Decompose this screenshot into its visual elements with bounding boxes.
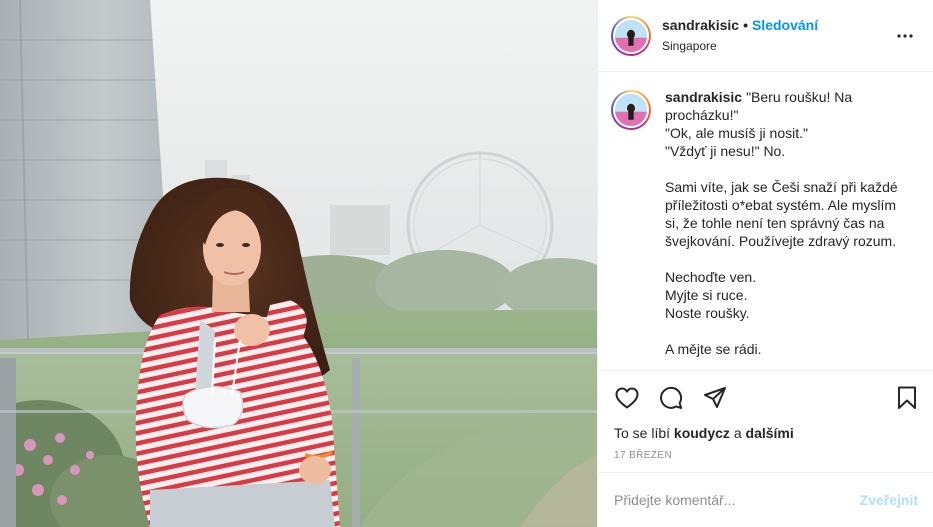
likes-summary: To se líbí koudycz a dalšími: [598, 424, 933, 442]
post-actions: To se líbí koudycz a dalšími 17 BŘEZEN: [598, 370, 933, 461]
more-options-icon[interactable]: [893, 24, 917, 48]
comment-icon[interactable]: [658, 385, 684, 411]
author-avatar[interactable]: [611, 15, 651, 56]
heart-icon[interactable]: [614, 385, 640, 411]
post-image: [0, 0, 597, 527]
author-username[interactable]: sandrakisic: [662, 17, 739, 33]
publish-button[interactable]: Zveřejnit: [860, 492, 918, 508]
likes-prefix: To se líbí: [614, 425, 671, 441]
avatar-image: [615, 19, 647, 52]
post-date[interactable]: 17 BŘEZEN: [598, 450, 933, 461]
caption-avatar[interactable]: [611, 90, 651, 130]
bookmark-icon[interactable]: [894, 385, 920, 411]
caption-paragraph: Nechoďte ven. Myjte si ruce. Noste roušk…: [665, 269, 757, 321]
comment-input[interactable]: [614, 492, 860, 508]
instagram-post: sandrakisic • Sledování Singapore sandra…: [0, 0, 933, 527]
post-photo[interactable]: [0, 0, 597, 527]
liked-by-user[interactable]: koudycz: [674, 425, 730, 441]
caption-text: sandrakisic "Beru roušku! Na procházku!" …: [665, 88, 909, 370]
caption-username[interactable]: sandrakisic: [665, 89, 742, 105]
follow-button[interactable]: Sledování: [752, 17, 818, 33]
avatar-image: [615, 94, 647, 126]
add-comment-bar: Zveřejnit: [598, 472, 933, 527]
caption: sandrakisic "Beru roušku! Na procházku!" …: [598, 72, 933, 370]
caption-paragraph: A mějte se rádi.: [665, 341, 762, 357]
liked-by-others[interactable]: dalšími: [746, 425, 794, 441]
likes-conjunction: a: [733, 425, 742, 441]
caption-paragraph: Sami víte, jak se Češi snaží při každé p…: [665, 179, 902, 249]
post-location[interactable]: Singapore: [662, 37, 893, 55]
share-icon[interactable]: [702, 385, 728, 411]
post-side-panel: sandrakisic • Sledování Singapore sandra…: [597, 0, 933, 527]
post-header: sandrakisic • Sledování Singapore: [598, 0, 933, 72]
separator-dot: •: [743, 17, 748, 33]
